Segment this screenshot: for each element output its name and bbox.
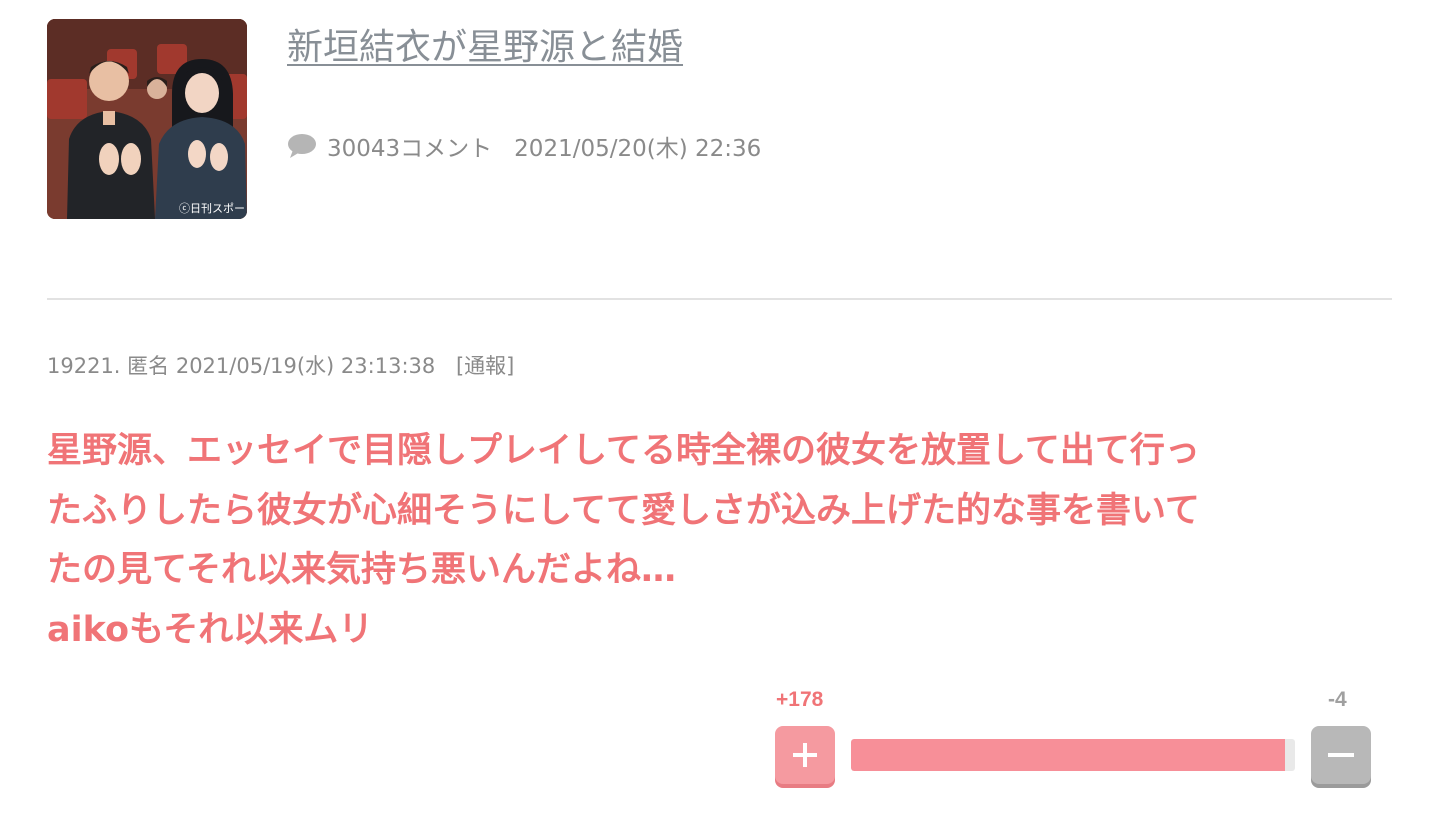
topic-title-link[interactable]: 新垣結衣が星野源と結婚 [287,26,683,70]
plus-vote-button[interactable] [775,726,835,784]
comment-count: 30043コメント [327,136,493,162]
comment-line: aikoもそれ以来ムリ [47,609,374,650]
comment-line: たの見てそれ以来気持ち悪いんだよね… [47,550,676,590]
comment-body: 星野源、エッセイで目隠しプレイしてる時全裸の彼女を放置して出て行っ たふりしたら… [47,422,1377,660]
minus-icon [1328,753,1354,757]
speech-bubble-icon [287,133,317,159]
comment-line: 星野源、エッセイで目隠しプレイしてる時全裸の彼女を放置して出て行っ [47,431,1200,471]
plus-icon [793,743,817,767]
photo-credit: ⓒ日刊スポー [179,202,245,215]
divider [47,298,1392,300]
vote-ratio-fill [851,739,1286,771]
minus-vote-button[interactable] [1311,726,1371,784]
vote-ratio-bar [851,739,1295,771]
topic-photo [47,19,247,219]
topic-thumbnail[interactable]: ⓒ日刊スポー [47,19,247,219]
report-link[interactable]: [通報] [456,354,514,378]
topic-meta: 30043コメント 2021/05/20(木) 22:36 [287,130,761,162]
comment-meta: 19221. 匿名 2021/05/19(水) 23:13:38 [47,354,436,378]
plus-vote-count: +178 [776,688,824,711]
minus-vote-count: -4 [1328,688,1347,711]
comment-line: たふりしたら彼女が心細そうにしてて愛しさが込み上げた的な事を書いて [47,490,1200,531]
comment-header: 19221. 匿名 2021/05/19(水) 23:13:38 [通報] [47,350,514,380]
topic-date: 2021/05/20(木) 22:36 [514,136,762,162]
